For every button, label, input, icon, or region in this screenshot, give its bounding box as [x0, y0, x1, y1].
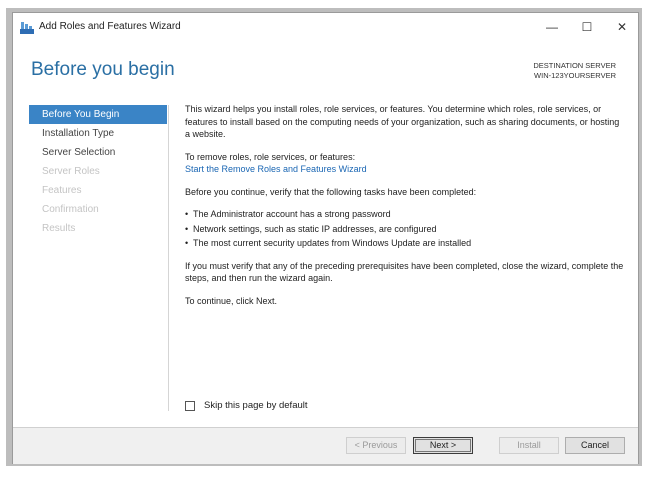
wizard-footer: < Previous Next > Install Cancel: [13, 428, 638, 464]
server-manager-icon: [20, 21, 34, 34]
remove-section: To remove roles, role services, or featu…: [185, 151, 625, 176]
close-button[interactable]: ✕: [605, 16, 639, 38]
nav-item-features: Features: [42, 185, 82, 196]
intro-text: This wizard helps you install roles, rol…: [185, 104, 620, 139]
destination-server-info: DESTINATION SERVER WIN-123YOURSERVER: [533, 61, 616, 81]
skip-page-label[interactable]: Skip this page by default: [204, 400, 308, 411]
nav-divider: [168, 105, 169, 411]
content-pane: This wizard helps you install roles, rol…: [185, 103, 625, 317]
next-button[interactable]: Next >: [413, 437, 473, 454]
prerequisite-list: The Administrator account has a strong p…: [185, 208, 625, 250]
nav-item-server-roles: Server Roles: [42, 166, 100, 177]
remove-intro-text: To remove roles, role services, or featu…: [185, 151, 356, 162]
destination-server-name: WIN-123YOURSERVER: [534, 71, 616, 80]
install-button[interactable]: Install: [499, 437, 559, 454]
maximize-button[interactable]: ☐: [570, 16, 604, 38]
list-item: The Administrator account has a strong p…: [185, 208, 625, 221]
nav-item-confirmation: Confirmation: [42, 204, 99, 215]
skip-page-checkbox[interactable]: [185, 401, 195, 411]
verify-note-text: If you must verify that any of the prece…: [185, 260, 624, 284]
previous-button[interactable]: < Previous: [346, 437, 406, 454]
cancel-button[interactable]: Cancel: [565, 437, 625, 454]
verify-intro-text: Before you continue, verify that the fol…: [185, 186, 477, 197]
remove-wizard-link[interactable]: Start the Remove Roles and Features Wiza…: [185, 164, 367, 174]
list-item: The most current security updates from W…: [185, 237, 625, 250]
nav-item-results: Results: [42, 223, 76, 234]
list-item: Network settings, such as static IP addr…: [185, 223, 625, 236]
wizard-nav: Before You Begin Installation Type Serve…: [29, 105, 167, 238]
window-title: Add Roles and Features Wizard: [39, 21, 181, 32]
page-title: Before you begin: [31, 59, 175, 80]
nav-item-before-you-begin[interactable]: Before You Begin: [29, 105, 167, 124]
minimize-button[interactable]: —: [535, 16, 569, 38]
continue-note-text: To continue, click Next.: [185, 295, 278, 306]
wizard-window: Add Roles and Features Wizard — ☐ ✕ Befo…: [12, 12, 639, 464]
nav-item-installation-type[interactable]: Installation Type: [29, 124, 167, 143]
destination-label: DESTINATION SERVER: [533, 61, 616, 70]
nav-item-server-selection[interactable]: Server Selection: [29, 143, 167, 162]
title-bar[interactable]: Add Roles and Features Wizard — ☐ ✕: [13, 13, 638, 41]
